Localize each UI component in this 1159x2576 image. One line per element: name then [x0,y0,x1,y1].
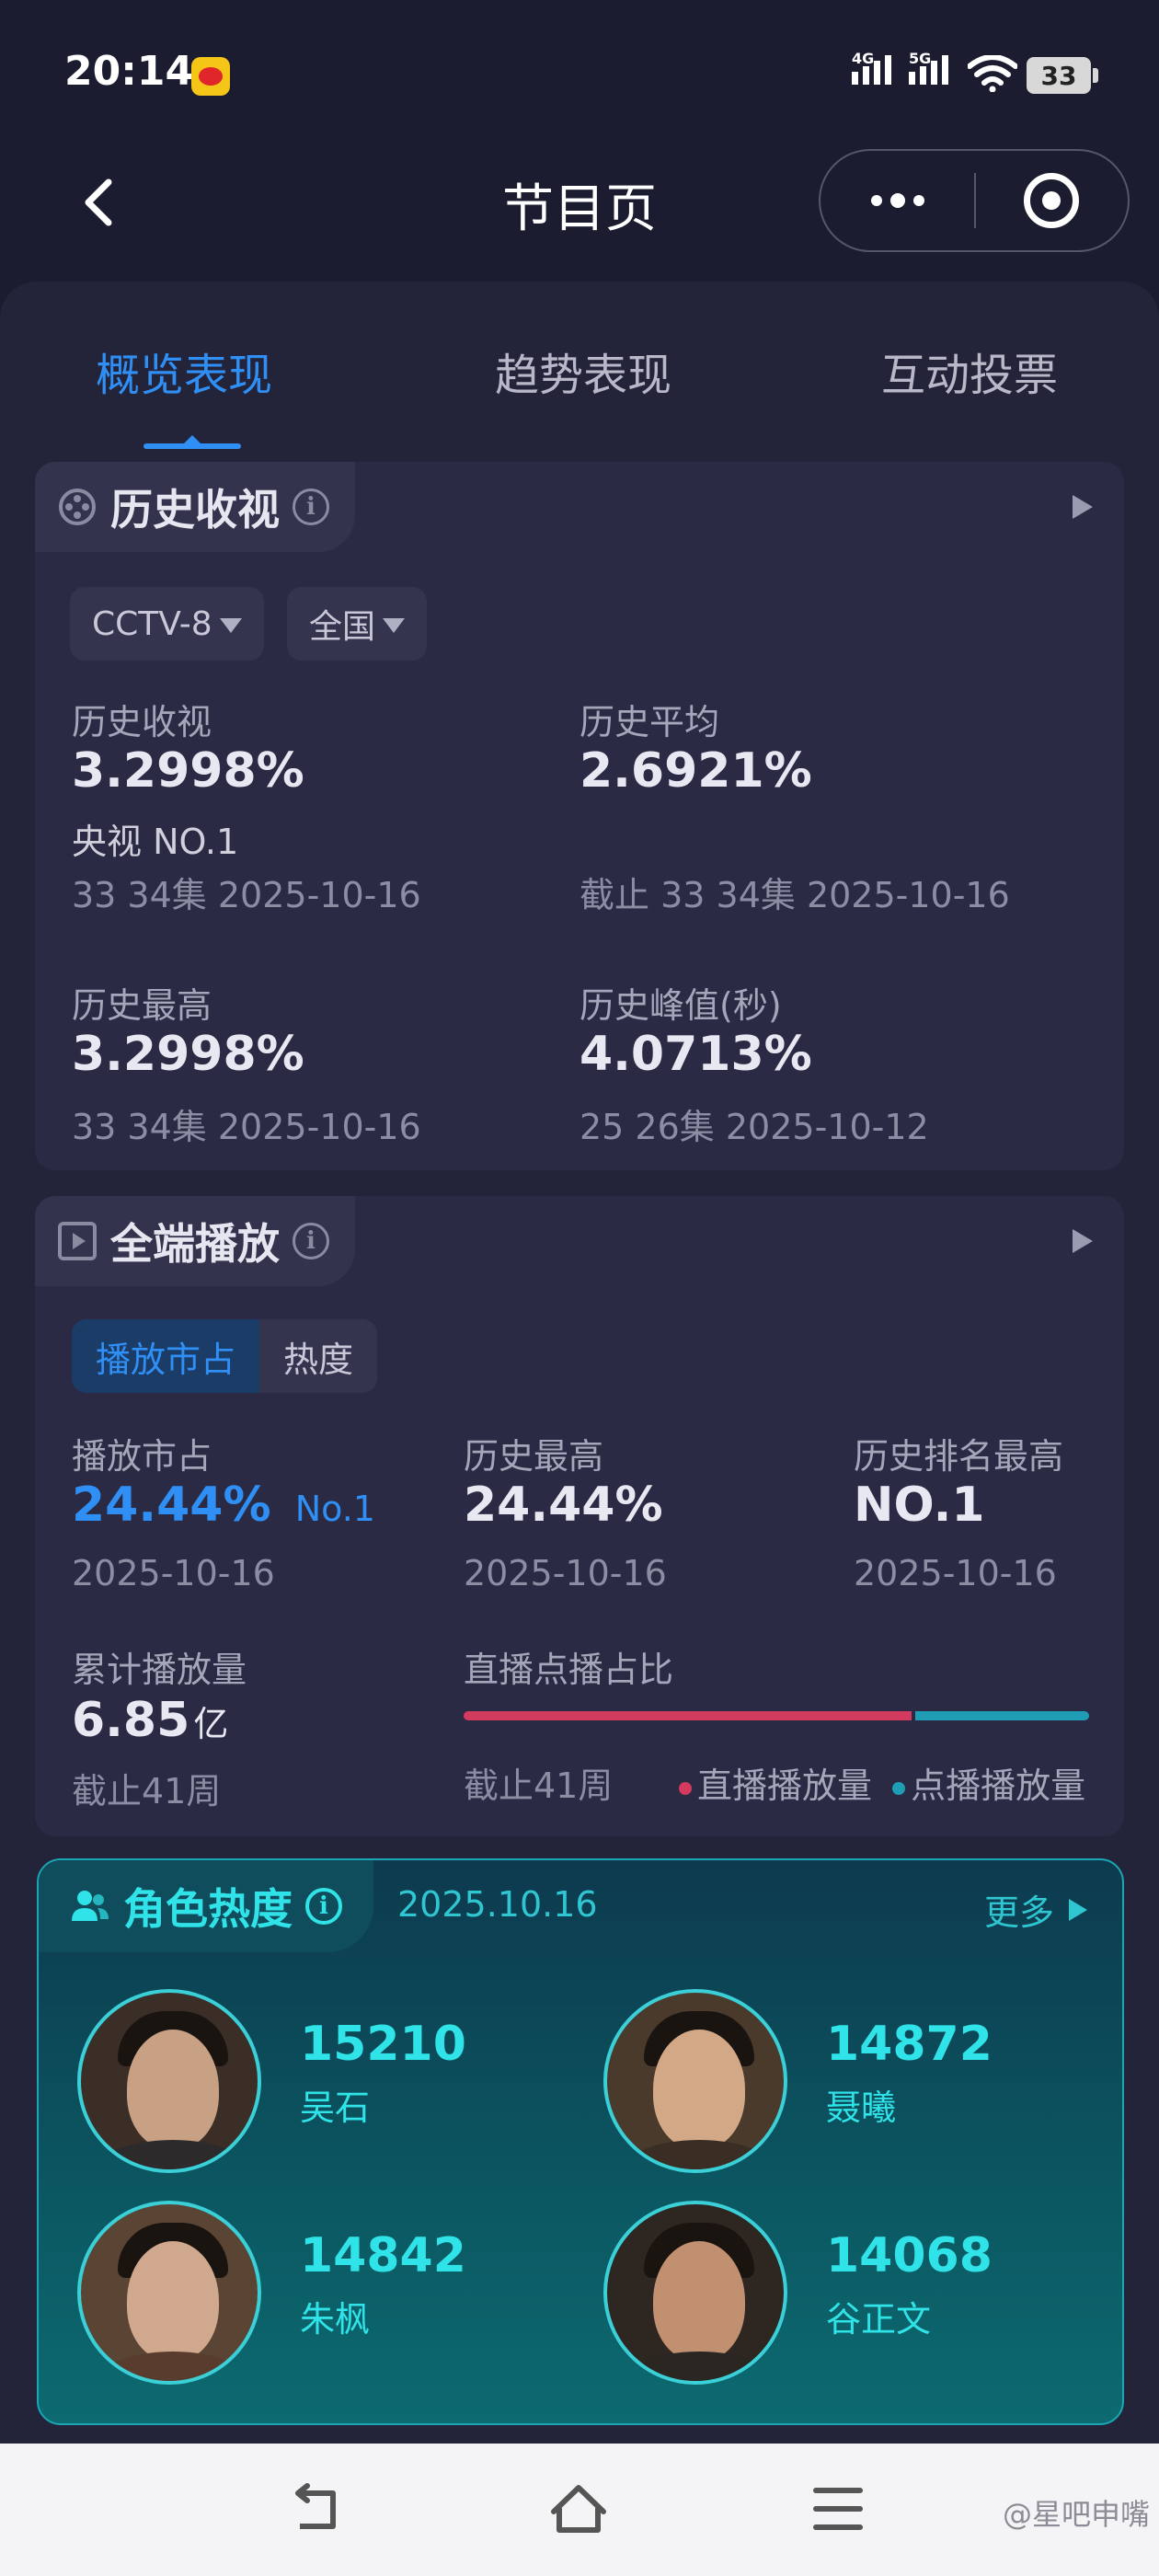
peak-label: 历史峰值(秒) [580,985,782,1026]
play-box-icon [58,1222,97,1260]
region-filter-value: 全国 [309,608,376,646]
miniprogram-capsule [819,149,1130,252]
weibo-app-icon [191,57,230,96]
hist-rating-value: 3.2998% [72,743,304,799]
region-filter[interactable]: 全国 [287,587,428,661]
share-value: 24.44% No.1 [72,1478,375,1533]
platform-max-value: 24.44% [464,1478,663,1533]
role-avatar-wushi[interactable] [77,1989,261,2173]
menu-icon[interactable] [811,2484,865,2534]
status-time: 20:14 [64,48,194,95]
avg-note: 截止 33 34集 2025-10-16 [580,875,1010,915]
role-heat-header: 角色热度 i [39,1860,373,1952]
share-label: 播放市占 [72,1436,212,1477]
avg-label: 历史平均 [580,702,720,742]
arrow-right-icon [1069,1898,1087,1921]
ratio-note: 截止41周 [464,1765,614,1806]
role-name: 朱枫 [300,2299,371,2340]
signal-4g-icon: 4G [852,50,891,85]
signal-5g-icon: 5G [909,50,948,85]
toggle-share[interactable]: 播放市占 [72,1319,260,1393]
tab-trend[interactable]: 趋势表现 [495,339,671,403]
max-note: 33 34集 2025-10-16 [72,1107,421,1147]
all-platform-title: 全端播放 [110,1219,280,1269]
history-ratings-card: 历史收视 i CCTV-8 全国 历史收视 3.2998% 央视 NO.1 33… [35,462,1124,1170]
tab-vote[interactable]: 互动投票 [881,339,1058,403]
role-heat-value: 14068 [826,2228,993,2283]
info-icon[interactable]: i [305,1888,342,1925]
rank-value: NO.1 [854,1478,985,1533]
platform-max-date: 2025-10-16 [464,1553,667,1593]
role-avatar-niexi[interactable] [603,1989,787,2173]
role-avatar-guzhengwen[interactable] [603,2201,787,2385]
cumulative-value: 6.85 亿 [72,1693,229,1748]
legend-vod-dot [892,1781,906,1795]
max-value: 3.2998% [72,1027,304,1082]
toggle-heat[interactable]: 热度 [259,1319,377,1393]
peak-value: 4.0713% [580,1027,812,1082]
role-heat-value: 15210 [300,2017,466,2072]
cumulative-note: 截止41周 [72,1771,222,1811]
system-nav-bar [0,2444,1159,2576]
ratio-legend: 直播播放量 点播播放量 [679,1757,1085,1808]
chevron-down-icon [219,618,242,633]
role-name: 谷正文 [826,2299,932,2340]
legend-live-dot [679,1781,692,1795]
legend-live: 直播播放量 [697,1765,873,1806]
more-label: 更多 [983,1892,1054,1933]
history-ratings-title: 历史收视 [110,485,280,535]
tab-overview[interactable]: 概览表现 [96,339,272,403]
role-name: 吴石 [300,2087,371,2128]
metric-toggle: 播放市占 热度 [72,1319,378,1393]
live-segment [464,1711,912,1720]
rank-label: 历史排名最高 [854,1436,1064,1477]
live-vod-ratio-bar [464,1711,1089,1720]
tab-indicator [143,435,241,449]
info-icon[interactable]: i [293,1223,329,1259]
hist-rating-note: 33 34集 2025-10-16 [72,875,421,915]
wifi-icon [968,55,1017,92]
back-nav-icon[interactable] [291,2482,346,2537]
hist-rating-rank: 央视 NO.1 [72,822,239,862]
vod-segment [915,1711,1089,1720]
tab-bar: 概览表现 趋势表现 互动投票 [0,282,1159,449]
all-platform-header: 全端播放 i [35,1196,355,1286]
share-rank: No.1 [294,1489,375,1529]
history-ratings-header: 历史收视 i [35,462,355,552]
role-heat-value: 14842 [300,2228,466,2283]
platform-max-label: 历史最高 [464,1436,604,1477]
more-button[interactable]: 更多 [984,1884,1087,1935]
role-heat-title: 角色热度 [123,1884,293,1934]
home-icon[interactable] [548,2480,609,2537]
share-date: 2025-10-16 [72,1553,275,1593]
expand-arrow-icon[interactable] [1073,495,1093,519]
watermark: @星吧申嘴 [1002,2497,1150,2532]
info-icon[interactable]: i [293,489,329,525]
film-reel-icon [59,489,96,525]
peak-note: 25 26集 2025-10-12 [580,1107,929,1147]
role-heat-value: 14872 [826,2017,993,2072]
people-icon [72,1891,109,1921]
nav-bar: 节目页 [0,147,1159,258]
battery-icon: 33 [1027,57,1098,94]
close-miniprogram-icon[interactable] [976,151,1128,250]
role-avatar-zhufeng[interactable] [77,2201,261,2385]
chevron-down-icon [383,618,406,633]
role-heat-card: 角色热度 i 2025.10.16 更多 15210 吴石 14872 聂曦 1… [37,1858,1124,2425]
hist-rating-label: 历史收视 [72,702,212,742]
all-platform-card: 全端播放 i 播放市占 热度 播放市占 24.44% No.1 2025-10-… [35,1196,1124,1836]
role-heat-date: 2025.10.16 [397,1884,598,1925]
role-name: 聂曦 [826,2087,897,2128]
channel-filter-value: CCTV-8 [92,604,212,643]
avg-value: 2.6921% [580,743,812,799]
rank-date: 2025-10-16 [854,1553,1057,1593]
status-bar: 20:14 4G 5G 33 [0,0,1159,147]
cumulative-label: 累计播放量 [72,1650,247,1690]
max-label: 历史最高 [72,985,212,1026]
expand-arrow-icon[interactable] [1073,1229,1093,1253]
ratio-label: 直播点播占比 [464,1650,674,1690]
more-menu-icon[interactable] [820,151,974,250]
channel-filter[interactable]: CCTV-8 [70,587,264,661]
legend-vod: 点播播放量 [911,1765,1086,1806]
